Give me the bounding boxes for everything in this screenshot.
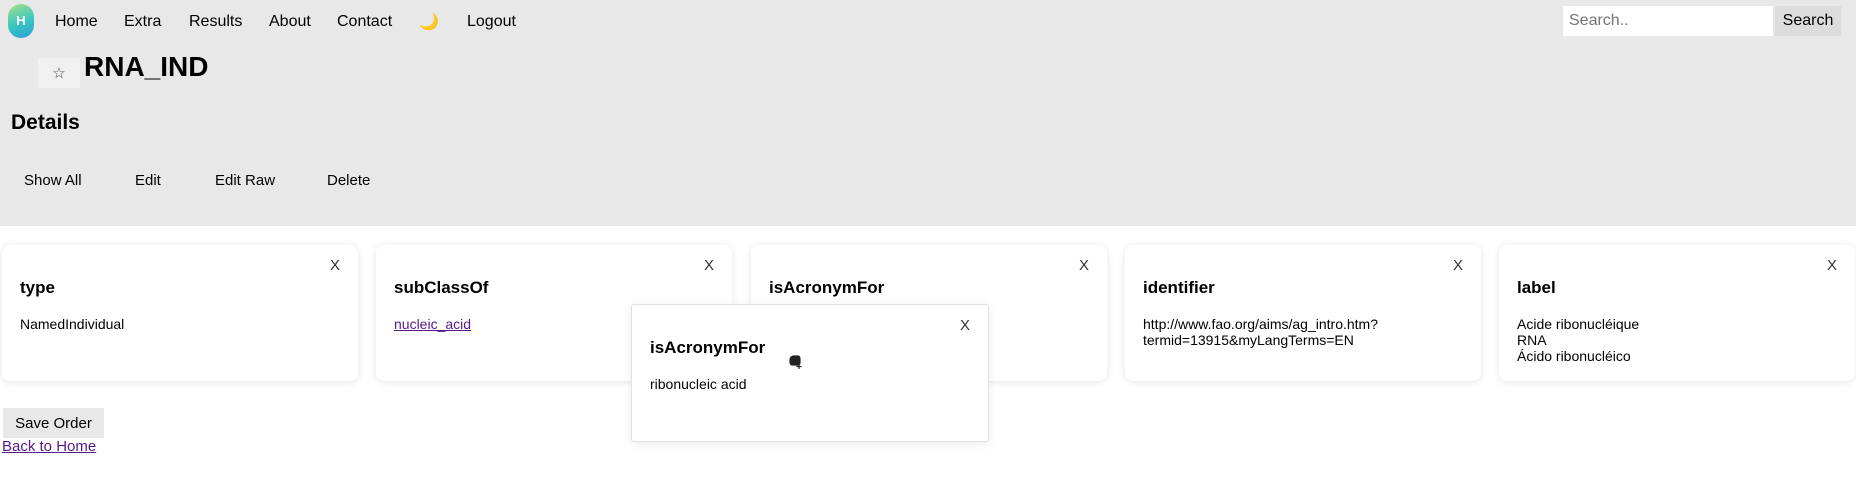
search-input[interactable]: [1563, 6, 1773, 36]
card-title: identifier: [1143, 278, 1215, 297]
close-card-button[interactable]: X: [330, 257, 340, 274]
nav-extra[interactable]: Extra: [124, 12, 161, 32]
card-value: Acide ribonucléique RNA Ácido ribonucléi…: [1517, 316, 1837, 364]
nav-results[interactable]: Results: [189, 12, 242, 32]
edit-raw-button[interactable]: Edit Raw: [215, 171, 275, 191]
close-card-button[interactable]: X: [1827, 257, 1837, 274]
card-value: ribonucleic acid: [650, 376, 970, 392]
card-value-link[interactable]: nucleic_acid: [394, 316, 471, 332]
property-card-type[interactable]: X type NamedIndividual: [2, 245, 358, 381]
card-value: http://www.fao.org/aims/ag_intro.htm? te…: [1143, 316, 1463, 348]
show-all-button[interactable]: Show All: [24, 171, 82, 191]
search-button[interactable]: Search: [1775, 6, 1841, 36]
property-card-label[interactable]: X label Acide ribonucléique RNA Ácido ri…: [1499, 245, 1855, 381]
page-title: RNA_IND: [84, 51, 209, 82]
close-card-button[interactable]: X: [960, 317, 970, 334]
delete-button[interactable]: Delete: [327, 171, 370, 191]
close-card-button[interactable]: X: [1079, 257, 1089, 274]
card-value-line: Acide ribonucléique: [1517, 316, 1640, 332]
save-order-button[interactable]: Save Order: [3, 408, 104, 438]
card-value-line: NamedIndividual: [20, 316, 125, 332]
card-title: isAcronymFor: [650, 338, 766, 357]
card-value-line: termid=13915&myLangTerms=EN: [1143, 332, 1354, 348]
card-value-line: RNA: [1517, 332, 1547, 348]
edit-button[interactable]: Edit: [135, 171, 161, 191]
favorite-star-icon[interactable]: ☆: [38, 58, 80, 88]
nav-about[interactable]: About: [269, 12, 311, 32]
logo-glyph: H: [16, 13, 26, 28]
close-card-button[interactable]: X: [704, 257, 714, 274]
close-card-button[interactable]: X: [1453, 257, 1463, 274]
app-logo[interactable]: H: [8, 4, 34, 38]
card-title: type: [20, 278, 55, 297]
back-to-home-link[interactable]: Back to Home: [2, 438, 96, 456]
card-title: isAcronymFor: [769, 278, 885, 297]
property-card-identifier[interactable]: X identifier http://www.fao.org/aims/ag_…: [1125, 245, 1481, 381]
card-value-line: ribonucleic acid: [650, 376, 747, 392]
card-value-line: http://www.fao.org/aims/ag_intro.htm?: [1143, 316, 1378, 332]
dragging-card-isacronymfor[interactable]: X isAcronymFor ribonucleic acid: [631, 304, 989, 442]
nav-logout[interactable]: Logout: [467, 12, 516, 32]
card-title: subClassOf: [394, 278, 489, 297]
grab-cursor-icon: [788, 354, 802, 369]
card-title: label: [1517, 278, 1556, 297]
card-value-line: Ácido ribonucléico: [1517, 348, 1631, 364]
dark-mode-moon-icon[interactable]: 🌙: [419, 12, 439, 32]
section-title: Details: [11, 111, 80, 134]
nav-contact[interactable]: Contact: [337, 12, 392, 32]
card-value: NamedIndividual: [20, 316, 340, 332]
nav-home[interactable]: Home: [55, 12, 98, 32]
